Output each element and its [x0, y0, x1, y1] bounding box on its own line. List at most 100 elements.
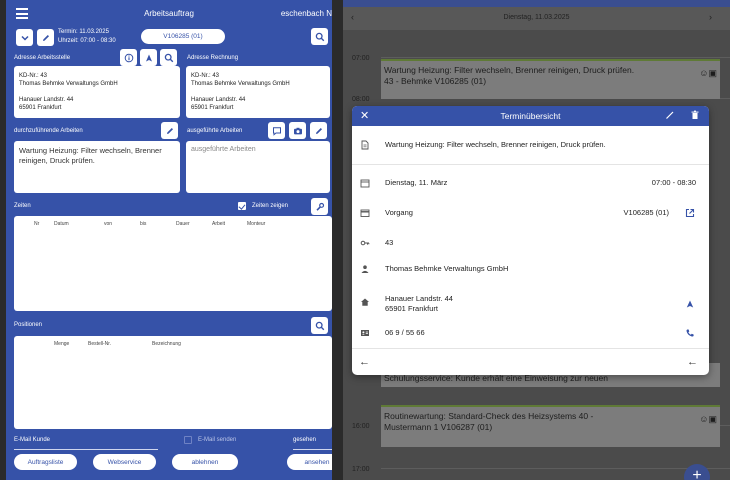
dialog-header: ✕ Terminübersicht	[352, 106, 709, 126]
vorgang-label: Vorgang	[385, 208, 413, 217]
vorgang-button[interactable]: V106285 (01)	[141, 29, 225, 44]
navigation-arrow-icon[interactable]	[685, 299, 695, 309]
gesehen-underline	[293, 449, 332, 450]
column-header: Datum	[54, 221, 69, 227]
adresse-rechnung-label: Adresse Rechnung	[187, 55, 239, 61]
camera-icon	[293, 127, 302, 134]
time-text: 07:00 - 08:30	[651, 178, 696, 187]
ausgefuehrte-label: ausgeführte Arbeiten	[187, 128, 243, 134]
column-header: Bezeichnung	[152, 341, 181, 347]
edit-order-button[interactable]	[37, 29, 54, 46]
city: 65901 Frankfurt	[19, 105, 62, 111]
contact-card-icon	[361, 330, 369, 336]
planned-work-text: Wartung Heizung: Filter wechseln, Brenne…	[19, 146, 162, 165]
column-header: Menge	[54, 341, 70, 347]
column-header: Nr	[34, 221, 40, 227]
vorgang-value: V106285 (01)	[623, 208, 669, 217]
kd-number: KD-Nr.: 43	[191, 73, 220, 79]
adresse-arbeitsstelle-label: Adresse Arbeitsstelle	[14, 55, 71, 61]
time-label: 08:00	[352, 96, 370, 103]
done-work-box[interactable]: ausgeführte Arbeiten	[186, 141, 330, 193]
customer-name: Thomas Behmke Verwaltungs GmbH	[19, 81, 118, 87]
chevron-down-icon	[20, 35, 29, 41]
hour-line	[381, 57, 730, 58]
ablehnen-button[interactable]: ablehnen	[172, 454, 238, 470]
date-text: Dienstag, 11. März	[385, 178, 448, 187]
info-button[interactable]	[120, 49, 137, 66]
time-label: 07:00	[352, 55, 370, 62]
tools-button[interactable]	[311, 198, 328, 215]
work-address-box[interactable]: KD-Nr.: 43 Thomas Behmke Verwaltungs Gmb…	[14, 66, 180, 118]
key-icon	[360, 240, 370, 246]
navigate-button[interactable]	[140, 49, 157, 66]
calendar-event[interactable]: Wartung Heizung: Filter wechseln, Brenne…	[381, 59, 720, 99]
zeiten-zeigen-label: Zeiten zeigen	[252, 203, 289, 209]
back-arrow-icon[interactable]: ←	[359, 356, 370, 368]
kd-number: KD-Nr.: 43	[19, 73, 48, 79]
positionen-table[interactable]: Menge Bestell-Nr. Bezeichnung	[14, 336, 332, 429]
done-work-placeholder: ausgeführte Arbeiten	[191, 146, 256, 153]
column-header: von	[104, 221, 113, 227]
appointment-overview-dialog: ✕ Terminübersicht Wartung Heizung: Filte…	[352, 106, 709, 375]
event-title: Routinewartung: Standard-Check des Heizs…	[384, 411, 594, 421]
column-header: bis	[140, 221, 147, 227]
camera-button[interactable]	[289, 122, 306, 139]
chevron-right-icon[interactable]: ›	[709, 12, 712, 22]
search-address-button[interactable]	[160, 49, 177, 66]
zeiten-zeigen-checkbox[interactable]	[238, 202, 246, 210]
user-name: eschenbach N	[280, 9, 332, 18]
pencil-icon	[315, 127, 322, 134]
trash-icon[interactable]	[690, 110, 700, 120]
calendar-topstrip	[343, 0, 730, 7]
gesehen-label: gesehen	[293, 437, 317, 443]
comment-button[interactable]	[268, 122, 285, 139]
time-label: 17:00	[352, 466, 370, 473]
pencil-icon[interactable]	[665, 110, 675, 120]
search-positions-button[interactable]	[311, 317, 328, 334]
comment-icon	[272, 126, 281, 136]
city: 65901 Frankfurt	[191, 105, 234, 111]
collapse-button[interactable]	[16, 29, 33, 46]
edit-done-work-button[interactable]	[310, 122, 327, 139]
edit-planned-work-button[interactable]	[161, 122, 178, 139]
work-order-pane: Arbeitsauftrag eschenbach N Termin: 11.0…	[6, 0, 332, 480]
search-icon	[315, 32, 324, 41]
street: Hanauer Landstr. 44	[19, 97, 74, 103]
calendar-box-icon	[360, 209, 370, 217]
back-arrow-icon[interactable]: ←	[687, 356, 698, 368]
email-input-underline[interactable]	[14, 449, 158, 450]
dialog-title: Terminübersicht	[500, 111, 561, 121]
pencil-icon	[42, 34, 49, 41]
wrench-icon	[315, 202, 324, 211]
termin-text: Termin: 11.03.2025	[58, 29, 109, 35]
address-text: Hanauer Landstr. 44 65901 Frankfurt	[385, 294, 453, 314]
description-text: Wartung Heizung: Filter wechseln, Brenne…	[385, 140, 606, 149]
webservice-button[interactable]: Webservice	[93, 454, 156, 470]
person-icon	[361, 265, 369, 273]
auftragsliste-button[interactable]: Auftragsliste	[14, 454, 77, 470]
search-order-button[interactable]	[311, 28, 328, 45]
open-external-icon[interactable]	[685, 208, 695, 218]
column-header: Monteur	[247, 221, 266, 227]
phone-icon[interactable]	[685, 328, 695, 338]
zeiten-table[interactable]: Nr Datum von bis Dauer Arbeit Monteur	[14, 216, 332, 311]
planned-work-box[interactable]: Wartung Heizung: Filter wechseln, Brenne…	[14, 141, 180, 193]
email-senden-checkbox[interactable]	[184, 436, 192, 444]
divider	[352, 164, 709, 165]
document-icon	[361, 140, 369, 150]
customer-name: Thomas Behmke Verwaltungs GmbH	[385, 264, 509, 273]
calendar-event[interactable]: Routinewartung: Standard-Check des Heizs…	[381, 405, 720, 447]
column-header: Arbeit	[212, 221, 226, 227]
city-text: 65901 Frankfurt	[385, 304, 438, 313]
work-order-header: Arbeitsauftrag eschenbach N	[6, 0, 332, 28]
time-label: 16:00	[352, 423, 370, 430]
home-icon	[361, 298, 369, 306]
column-header: Dauer	[176, 221, 190, 227]
ansehen-button[interactable]: ansehen	[287, 454, 332, 470]
billing-address-box[interactable]: KD-Nr.: 43 Thomas Behmke Verwaltungs Gmb…	[186, 66, 330, 118]
email-kunde-label: E-Mail Kunde	[14, 437, 51, 443]
phone-text: 06 9 / 55 66	[385, 328, 425, 337]
person-calendar-icon: ☺▣	[699, 68, 717, 78]
column-header: Bestell-Nr.	[88, 341, 112, 347]
add-event-button[interactable]: +	[684, 464, 710, 480]
